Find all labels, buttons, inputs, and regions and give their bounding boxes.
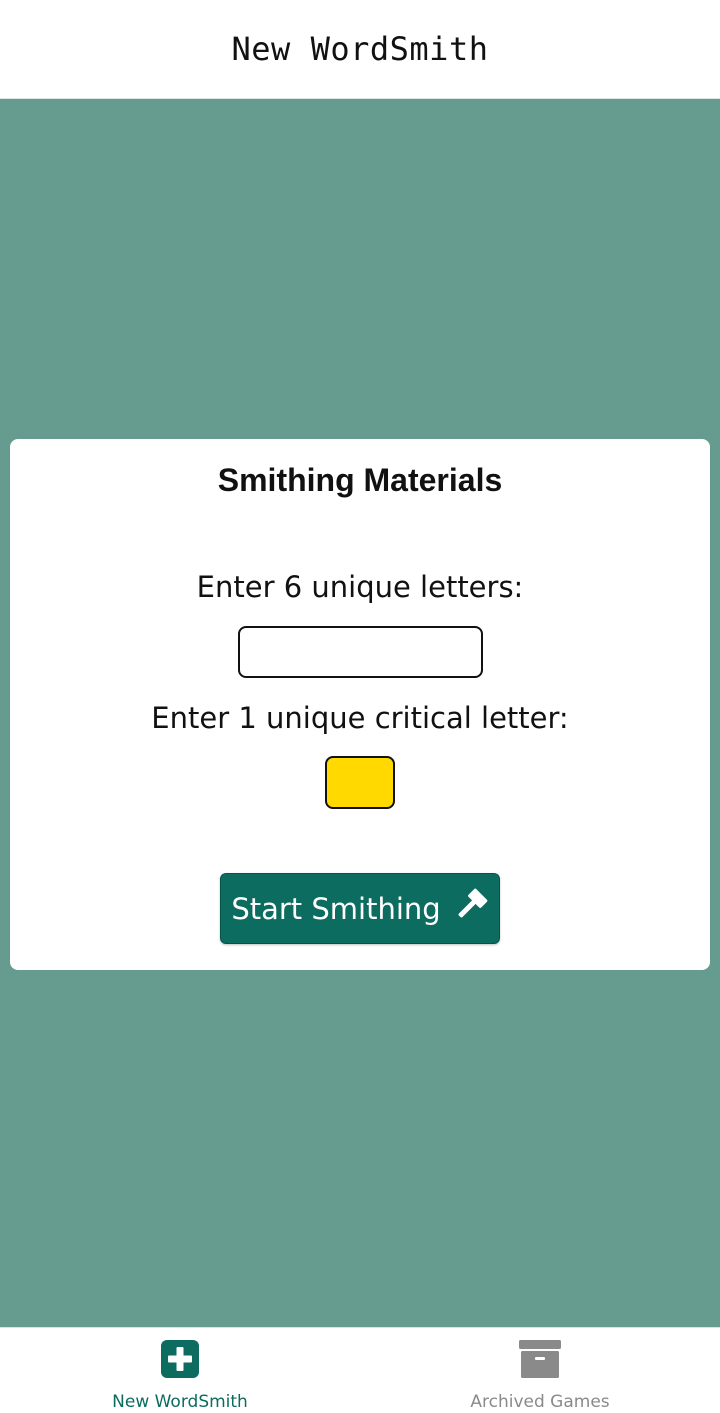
app-header: New WordSmith [0,0,720,99]
nav-label-new-wordsmith: New WordSmith [112,1392,248,1412]
start-smithing-label: Start Smithing [231,891,441,926]
critical-letter-input[interactable] [325,756,395,809]
letters-label: Enter 6 unique letters: [196,570,524,604]
archive-box-icon [519,1339,561,1379]
card-title: Smithing Materials [217,462,503,498]
plus-square-icon [160,1339,200,1379]
nav-item-archived-games[interactable]: Archived Games [360,1328,720,1413]
letters-input[interactable] [238,626,483,678]
start-smithing-button[interactable]: Start Smithing [220,873,500,944]
critical-letter-label: Enter 1 unique critical letter: [151,701,569,735]
bottom-navigation: New WordSmith Archived Games [0,1327,720,1413]
hammer-icon [453,887,489,923]
nav-item-new-wordsmith[interactable]: New WordSmith [0,1328,360,1413]
page-title: New WordSmith [231,30,489,68]
nav-label-archived-games: Archived Games [470,1392,610,1412]
